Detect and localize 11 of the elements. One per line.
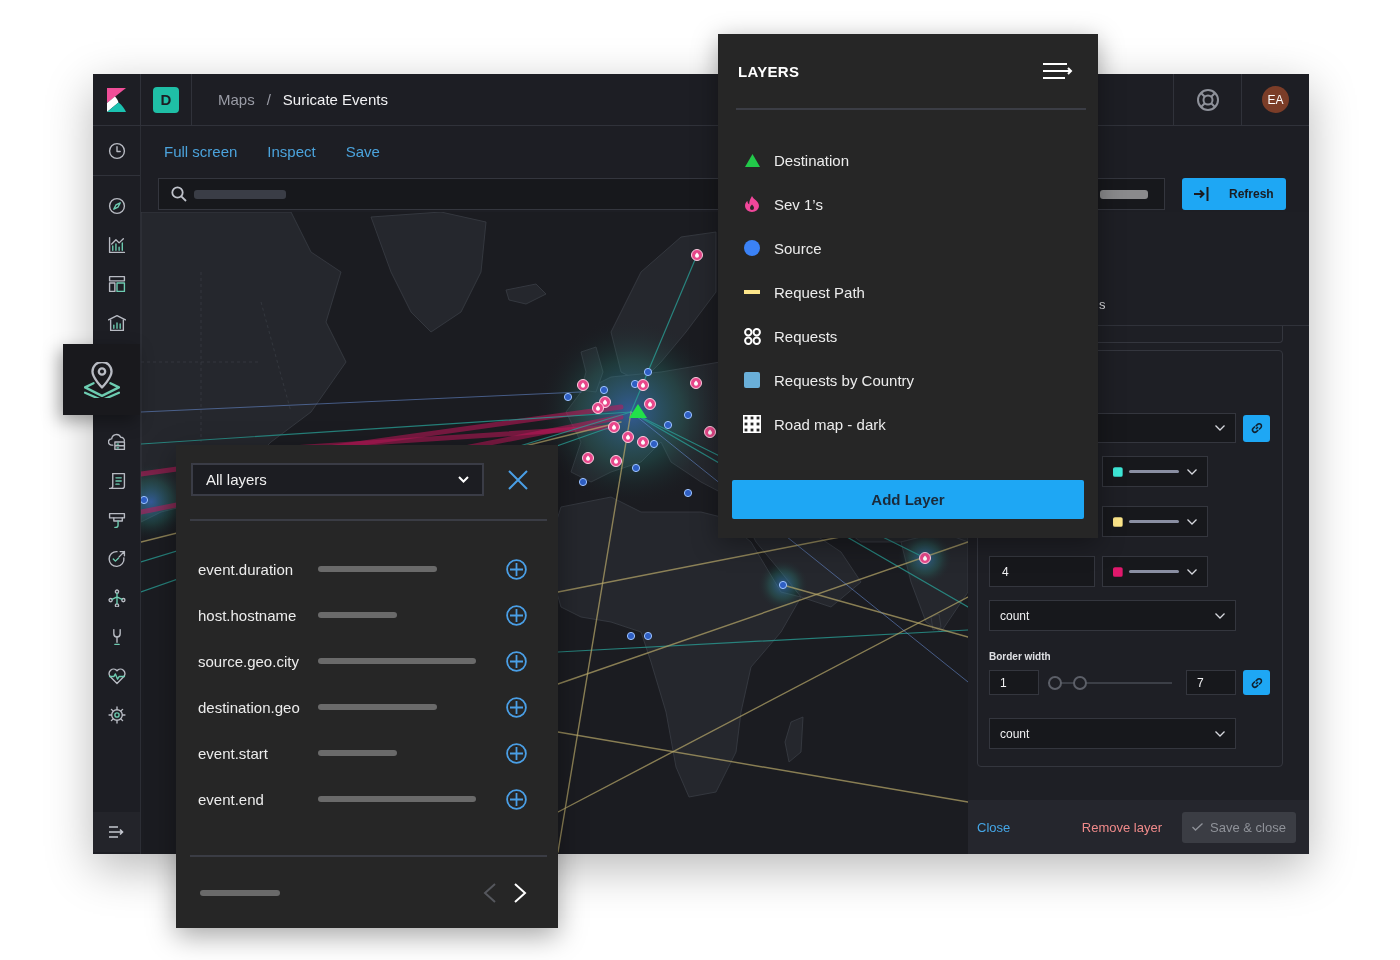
field-label: Border width [989, 651, 1052, 663]
panel-title: s [1099, 297, 1106, 312]
field-name: event.end [198, 790, 265, 808]
field-name: host.hostname [198, 606, 298, 624]
field-name: destination.geo [198, 698, 301, 716]
field-name: source.geo.city [198, 652, 300, 670]
field-name: event.duration [198, 560, 295, 578]
field-name: event.start [198, 744, 270, 762]
breadcrumb-current: Suricate Events [282, 91, 388, 108]
breadcrumb-separator: / [266, 91, 271, 108]
panel-title: LAYERS [738, 62, 800, 80]
